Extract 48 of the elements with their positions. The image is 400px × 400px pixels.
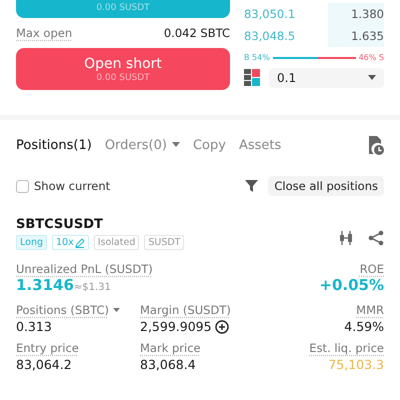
caret-icon [112, 308, 120, 312]
field-label: Mark price [140, 341, 202, 355]
open-short-button[interactable]: Open short 0.00 SUSDT [16, 48, 230, 90]
tab[interactable]: Positions(1) [16, 138, 92, 152]
book-layout-icon[interactable] [244, 69, 262, 87]
pnl-label: Unrealized PnL (SUSDT) [16, 262, 153, 276]
field-value: 0.313 [16, 319, 52, 334]
tab[interactable]: Assets [238, 138, 282, 152]
field-value: 83,064.2 [16, 357, 72, 372]
edit-icon [74, 238, 85, 248]
symbol-title: SBTCSUSDT [16, 217, 104, 232]
field-label: MMR [355, 303, 384, 317]
add-icon[interactable] [214, 320, 229, 334]
tag: Isolated [94, 235, 140, 250]
field-value: 75,103.3 [328, 357, 384, 372]
show-current-checkbox[interactable]: Show current [16, 179, 110, 193]
field-label: Entry price [16, 341, 80, 355]
filter-icon[interactable] [245, 180, 258, 192]
field-value: 4.59% [344, 319, 384, 334]
buy-ratio: B 54% [244, 53, 270, 62]
tag: SUSDT [144, 235, 184, 250]
bid-price: 83,048.5 [244, 29, 296, 43]
bid-amount: 1.380 [351, 7, 384, 21]
roe-value: +0.05% [319, 276, 384, 294]
candlestick-icon[interactable] [338, 230, 354, 246]
pnl-value: 1.3146 [16, 276, 74, 294]
tab[interactable]: Orders(0) [104, 138, 180, 152]
max-open-value: 0.042 SBTC [164, 26, 230, 40]
side-tag: Long [16, 235, 47, 250]
caret-icon [368, 75, 376, 81]
precision-dropdown[interactable]: 0.1 [269, 68, 384, 88]
field-label: Margin (SUSDT) [140, 303, 232, 317]
bid-amount: 1.635 [351, 29, 384, 43]
field-label: Positions (SBTC) [16, 303, 140, 317]
max-open-label: Max open [16, 26, 72, 40]
leverage-tag[interactable]: 10x [52, 235, 89, 250]
share-icon[interactable] [368, 230, 384, 246]
field-label: Est. liq. price [308, 341, 384, 355]
pnl-usd-value: ≈$1.31 [74, 282, 111, 293]
caret-icon [172, 142, 180, 148]
tab[interactable]: Copy [192, 138, 226, 152]
close-all-positions-button[interactable]: Close all positions [268, 176, 384, 196]
bid-price: 83,050.1 [244, 7, 296, 21]
field-value: 83,068.4 [140, 357, 196, 372]
roe-label: ROE [358, 262, 384, 276]
sell-ratio: 46% S [358, 53, 384, 62]
field-value: 2,599.9095 [140, 319, 212, 334]
history-icon[interactable] [366, 135, 384, 155]
